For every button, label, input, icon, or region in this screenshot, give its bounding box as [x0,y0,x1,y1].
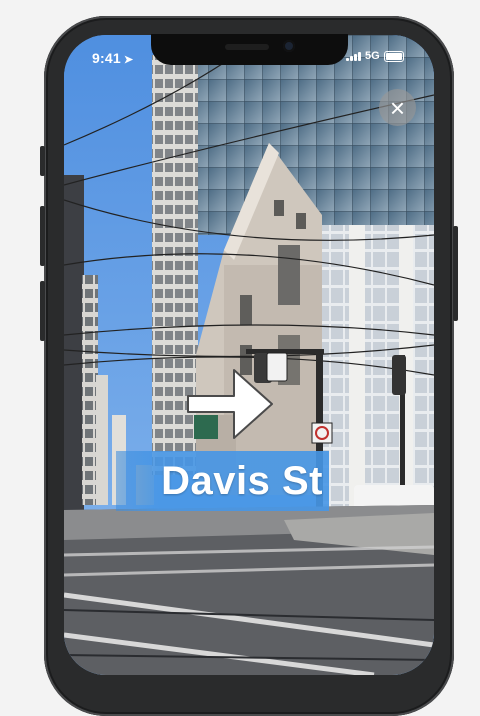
power-button [453,226,458,321]
battery-icon [383,50,404,62]
turn-right-arrow-icon [182,360,278,453]
close-button[interactable]: × [379,89,416,126]
front-camera [283,40,295,52]
device-notch [151,34,348,65]
location-arrow-icon: ➤ [123,54,134,66]
silent-switch [40,146,45,176]
volume-down-button [40,281,45,341]
earpiece-speaker [225,44,269,50]
status-bar-time: 9:41 ➤ [92,50,133,66]
clock-label: 9:41 [92,50,121,66]
volume-up-button [40,206,45,266]
close-icon: × [389,92,406,123]
street-view-camera-feed [64,35,434,675]
phone-screen: Davis St [64,35,434,675]
signal-icon [346,51,361,61]
network-label: 5G [365,50,380,62]
street-name-label: Davis St [161,458,323,503]
street-name-banner: Davis St [116,451,329,511]
status-bar-indicators: 5G [346,50,404,62]
